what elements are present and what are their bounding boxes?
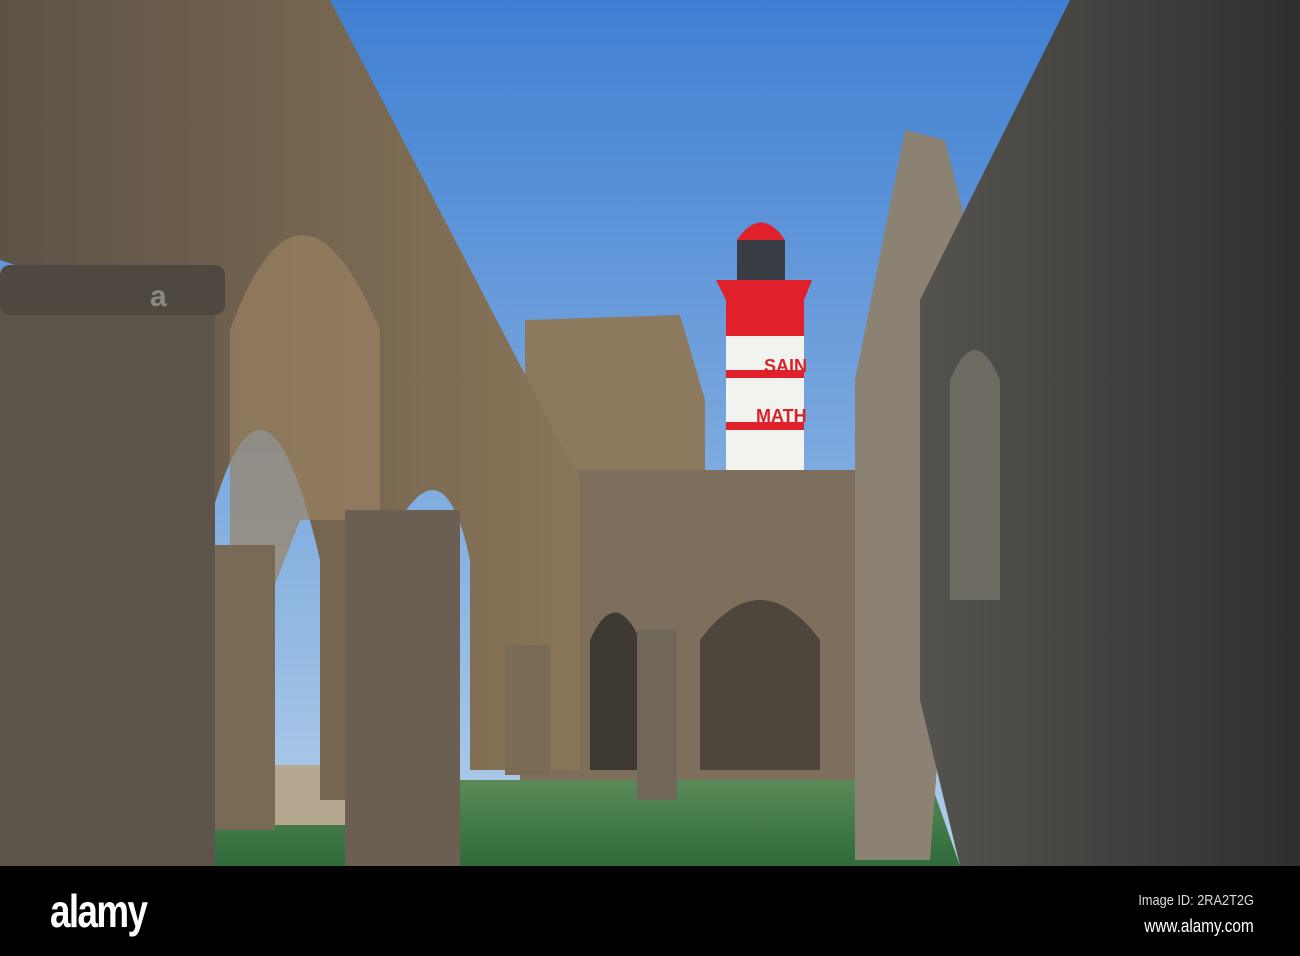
window-recess	[950, 350, 1000, 600]
pointed-arch	[700, 600, 820, 770]
website-link[interactable]: www.alamy.com	[1145, 916, 1254, 937]
lighthouse-lettering-1: SAIN	[764, 356, 807, 376]
pointed-arch	[590, 612, 640, 770]
stone-column	[345, 510, 460, 866]
footer-bar: alamy Image ID: 2RA2T2G www.alamy.com	[0, 866, 1300, 956]
ruined-abbey-lighthouse-photo: SAIN MATH	[0, 0, 1300, 866]
alamy-logo: alamy	[50, 885, 148, 937]
stone-column	[505, 645, 550, 775]
stock-photo: SAIN MATH a alamy Image ID: 2RA2T2G www.…	[0, 0, 1300, 956]
lighthouse-lettering-2: MATH	[756, 406, 807, 426]
image-id: Image ID: 2RA2T2G	[1138, 892, 1254, 909]
column-capital	[0, 265, 225, 315]
stone-column	[0, 290, 215, 866]
stone-column	[637, 630, 677, 800]
watermark: a	[150, 280, 167, 313]
